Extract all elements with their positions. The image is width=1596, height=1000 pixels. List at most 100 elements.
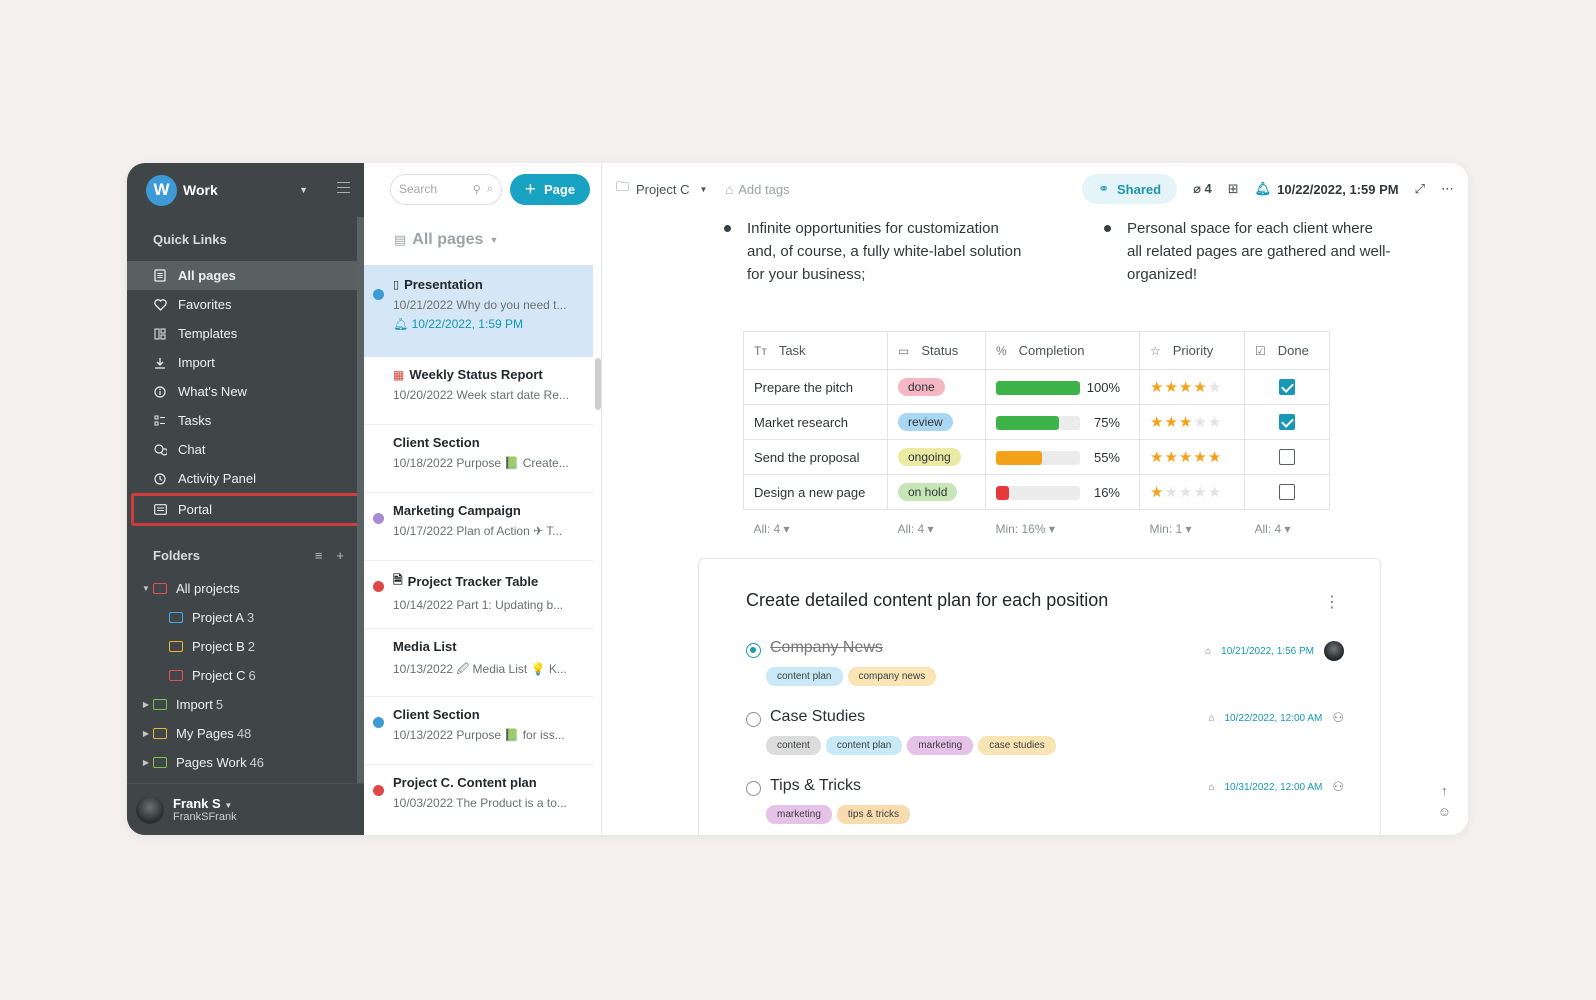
priority-stars[interactable]: ★★★★★ <box>1150 484 1222 501</box>
attachments-button[interactable]: ⌀ 4 <box>1193 181 1212 197</box>
sidebar-scrollbar[interactable] <box>357 217 364 785</box>
task-cell[interactable]: Design a new page <box>743 474 888 510</box>
emoji-icon[interactable]: ☺ <box>1438 804 1451 819</box>
star-icon[interactable]: ★ <box>1150 449 1164 466</box>
expand-arrow-icon[interactable]: ▼ <box>139 584 153 593</box>
user-profile[interactable]: Frank S ▼ FrankSFrank <box>127 783 364 835</box>
list-item[interactable]: Marketing Campaign 10/17/2022 Plan of Ac… <box>364 493 593 561</box>
star-icon[interactable]: ★ <box>1208 449 1222 466</box>
tag-icon[interactable]: ⌂ <box>1205 646 1211 657</box>
item-name[interactable]: Company News <box>770 639 883 657</box>
star-icon[interactable]: ★ <box>1193 449 1207 466</box>
star-icon[interactable]: ★ <box>1150 484 1164 501</box>
workspace-switcher[interactable]: W Work ▼ <box>127 163 364 217</box>
folder-project-c[interactable]: Project C 6 <box>127 661 364 690</box>
priority-cell[interactable]: ★★★★★ <box>1139 404 1245 440</box>
table-row[interactable]: Send the proposal ongoing 55% ★★★★★ <box>743 439 1330 475</box>
new-page-button[interactable]: + Page <box>510 173 590 205</box>
list-item[interactable]: ▯ Presentation 10/21/2022 Why do you need… <box>364 267 593 357</box>
sidebar-item-import[interactable]: Import <box>127 348 364 377</box>
tag[interactable]: company news <box>847 667 937 686</box>
status-cell[interactable]: ongoing <box>887 439 986 475</box>
sort-icon[interactable]: ≡ <box>315 548 323 563</box>
folder-pages-work[interactable]: ▶ Pages Work 46 <box>127 748 364 777</box>
sidebar-item-all-pages[interactable]: All pages <box>127 261 364 290</box>
status-badge[interactable]: review <box>898 413 953 431</box>
status-cell[interactable]: on hold <box>887 474 986 510</box>
done-cell[interactable] <box>1244 369 1330 405</box>
column-summary[interactable]: All: 4 ▾ <box>888 510 986 548</box>
expand-arrow-icon[interactable]: ▶ <box>139 729 153 738</box>
folder-import[interactable]: ▶ Import 5 <box>127 690 364 719</box>
breadcrumb[interactable]: 🗀︎ Project C ▼ <box>616 178 707 200</box>
star-icon[interactable]: ★ <box>1164 379 1178 396</box>
filter-icon[interactable]: ⚲ <box>473 183 481 196</box>
table-row[interactable]: Prepare the pitch done 100% ★★★★★ <box>743 369 1330 405</box>
table-row[interactable]: Design a new page on hold 16% ★★★★★ <box>743 474 1330 510</box>
item-date[interactable]: 10/21/2022, 1:56 PM <box>1221 646 1314 657</box>
star-icon[interactable]: ★ <box>1179 414 1193 431</box>
folder-my-pages[interactable]: ▶ My Pages 48 <box>127 719 364 748</box>
status-badge[interactable]: done <box>898 378 945 396</box>
table-row[interactable]: Market research review 75% ★★★★★ <box>743 404 1330 440</box>
tag[interactable]: marketing <box>766 805 832 824</box>
completion-cell[interactable]: 75% <box>985 404 1140 440</box>
sidebar-item-chat[interactable]: Chat <box>127 435 364 464</box>
task-cell[interactable]: Prepare the pitch <box>743 369 888 405</box>
done-checkbox[interactable] <box>1279 484 1295 501</box>
tag[interactable]: content plan <box>825 736 903 755</box>
assign-user-icon[interactable]: ⚇ <box>1332 779 1344 795</box>
priority-stars[interactable]: ★★★★★ <box>1150 449 1222 466</box>
sidebar-item-templates[interactable]: Templates <box>127 319 364 348</box>
sidebar-item-favorites[interactable]: Favorites <box>127 290 364 319</box>
item-date[interactable]: 10/22/2022, 12:00 AM <box>1224 713 1322 724</box>
status-cell[interactable]: review <box>887 404 986 440</box>
item-radio[interactable] <box>746 643 761 658</box>
sidebar-item-activity-panel[interactable]: Activity Panel <box>127 464 364 493</box>
priority-stars[interactable]: ★★★★★ <box>1150 379 1222 396</box>
star-icon[interactable]: ★ <box>1150 379 1164 396</box>
star-icon[interactable]: ★ <box>1164 414 1178 431</box>
expand-arrow-icon[interactable]: ▶ <box>139 700 153 709</box>
folder-all-projects[interactable]: ▼ All projects <box>127 574 364 603</box>
completion-cell[interactable]: 55% <box>985 439 1140 475</box>
column-summary[interactable]: All: 4 ▾ <box>1245 510 1330 548</box>
more-vertical-icon[interactable]: ⋮ <box>1324 592 1340 612</box>
all-pages-filter[interactable]: ▤ All pages ▼ <box>364 215 593 267</box>
star-icon[interactable]: ★ <box>1179 379 1193 396</box>
done-checkbox[interactable] <box>1279 414 1295 431</box>
list-item[interactable]: Media List 10/13/2022 🖉 Media List 💡 K..… <box>364 629 593 697</box>
sidebar-item-tasks[interactable]: Tasks <box>127 406 364 435</box>
star-icon[interactable]: ★ <box>1193 484 1207 501</box>
shared-button[interactable]: ⚭ Shared <box>1082 174 1178 204</box>
star-icon[interactable]: ★ <box>1208 484 1222 501</box>
star-icon[interactable]: ★ <box>1150 414 1164 431</box>
item-radio[interactable] <box>746 781 761 796</box>
list-item[interactable]: Client Section 10/13/2022 Purpose 📗 for … <box>364 697 593 765</box>
column-summary[interactable]: Min: 16% ▾ <box>986 510 1140 548</box>
item-name[interactable]: Case Studies <box>770 708 865 726</box>
assignee-avatar[interactable] <box>1324 641 1344 661</box>
folder-project-b[interactable]: Project B 2 <box>127 632 364 661</box>
tag[interactable]: marketing <box>907 736 974 755</box>
expand-arrow-icon[interactable]: ▶ <box>139 758 153 767</box>
star-icon[interactable]: ★ <box>1208 379 1222 396</box>
star-icon[interactable]: ★ <box>1193 379 1207 396</box>
tag[interactable]: content <box>766 736 821 755</box>
search-icon[interactable]: ⌕ <box>487 183 493 196</box>
priority-cell[interactable]: ★★★★★ <box>1139 369 1245 405</box>
add-folder-icon[interactable]: + <box>336 548 344 563</box>
priority-cell[interactable]: ★★★★★ <box>1139 439 1245 475</box>
list-item[interactable]: Client Section 10/18/2022 Purpose 📗 Crea… <box>364 425 593 493</box>
sidebar-item-portal[interactable]: Portal <box>131 493 360 526</box>
task-cell[interactable]: Send the proposal <box>743 439 888 475</box>
star-icon[interactable]: ★ <box>1179 449 1193 466</box>
column-header-priority[interactable]: ☆ Priority <box>1139 331 1245 370</box>
tag[interactable]: content plan <box>766 667 843 686</box>
status-badge[interactable]: ongoing <box>898 448 961 466</box>
star-icon[interactable]: ★ <box>1193 414 1207 431</box>
item-name[interactable]: Tips & Tricks <box>770 777 861 795</box>
more-icon[interactable]: ⋯ <box>1441 181 1454 197</box>
item-radio[interactable] <box>746 712 761 727</box>
column-header-status[interactable]: ▭ Status <box>887 331 986 370</box>
